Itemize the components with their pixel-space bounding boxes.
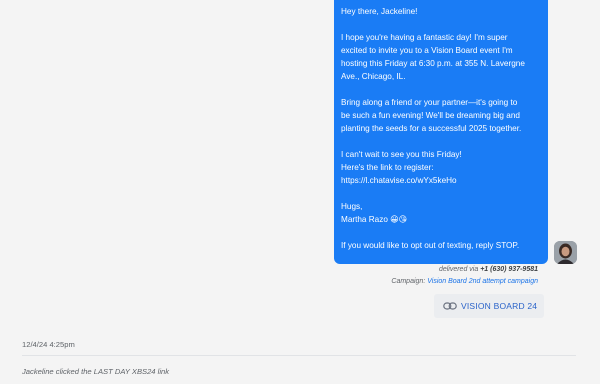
delivered-number: +1 (630) 937-9581 — [480, 266, 538, 273]
campaign-link[interactable]: Vision Board 2nd attempt campaign — [427, 278, 538, 285]
message-signature: Martha Razo 😀😘 — [341, 215, 408, 224]
message-paragraph-invite: I hope you're having a fantastic day! I'… — [341, 33, 525, 81]
link-icon — [443, 301, 457, 311]
divider — [22, 355, 576, 356]
link-chip-label: VISION BOARD 24 — [461, 301, 538, 311]
campaign-label: Campaign: — [391, 278, 426, 285]
link-chip-vision-board[interactable]: VISION BOARD 24 — [434, 294, 544, 318]
outgoing-message-bubble: Hey there, Jackeline! I hope you're havi… — [334, 0, 548, 264]
message-signoff: Hugs, — [341, 202, 363, 211]
avatar[interactable] — [554, 241, 577, 264]
delivered-prefix: delivered via — [438, 266, 479, 273]
avatar-photo-icon — [554, 241, 577, 264]
message-greeting: Hey there, Jackeline! — [341, 7, 418, 16]
message-paragraph-bring-friend: Bring along a friend or your partner—it'… — [341, 98, 522, 133]
conversation-view: Hey there, Jackeline! I hope you're havi… — [0, 0, 600, 384]
campaign-info: Campaign: Vision Board 2nd attempt campa… — [391, 278, 538, 285]
activity-event: Jackeline clicked the LAST DAY XBS24 lin… — [22, 367, 170, 376]
message-paragraph-register: I can't wait to see you this Friday! Her… — [341, 150, 462, 185]
message-opt-out: If you would like to opt out of texting,… — [341, 241, 520, 250]
delivery-info: delivered via +1 (630) 937-9581 — [439, 266, 538, 273]
event-timestamp: 12/4/24 4:25pm — [22, 340, 75, 349]
